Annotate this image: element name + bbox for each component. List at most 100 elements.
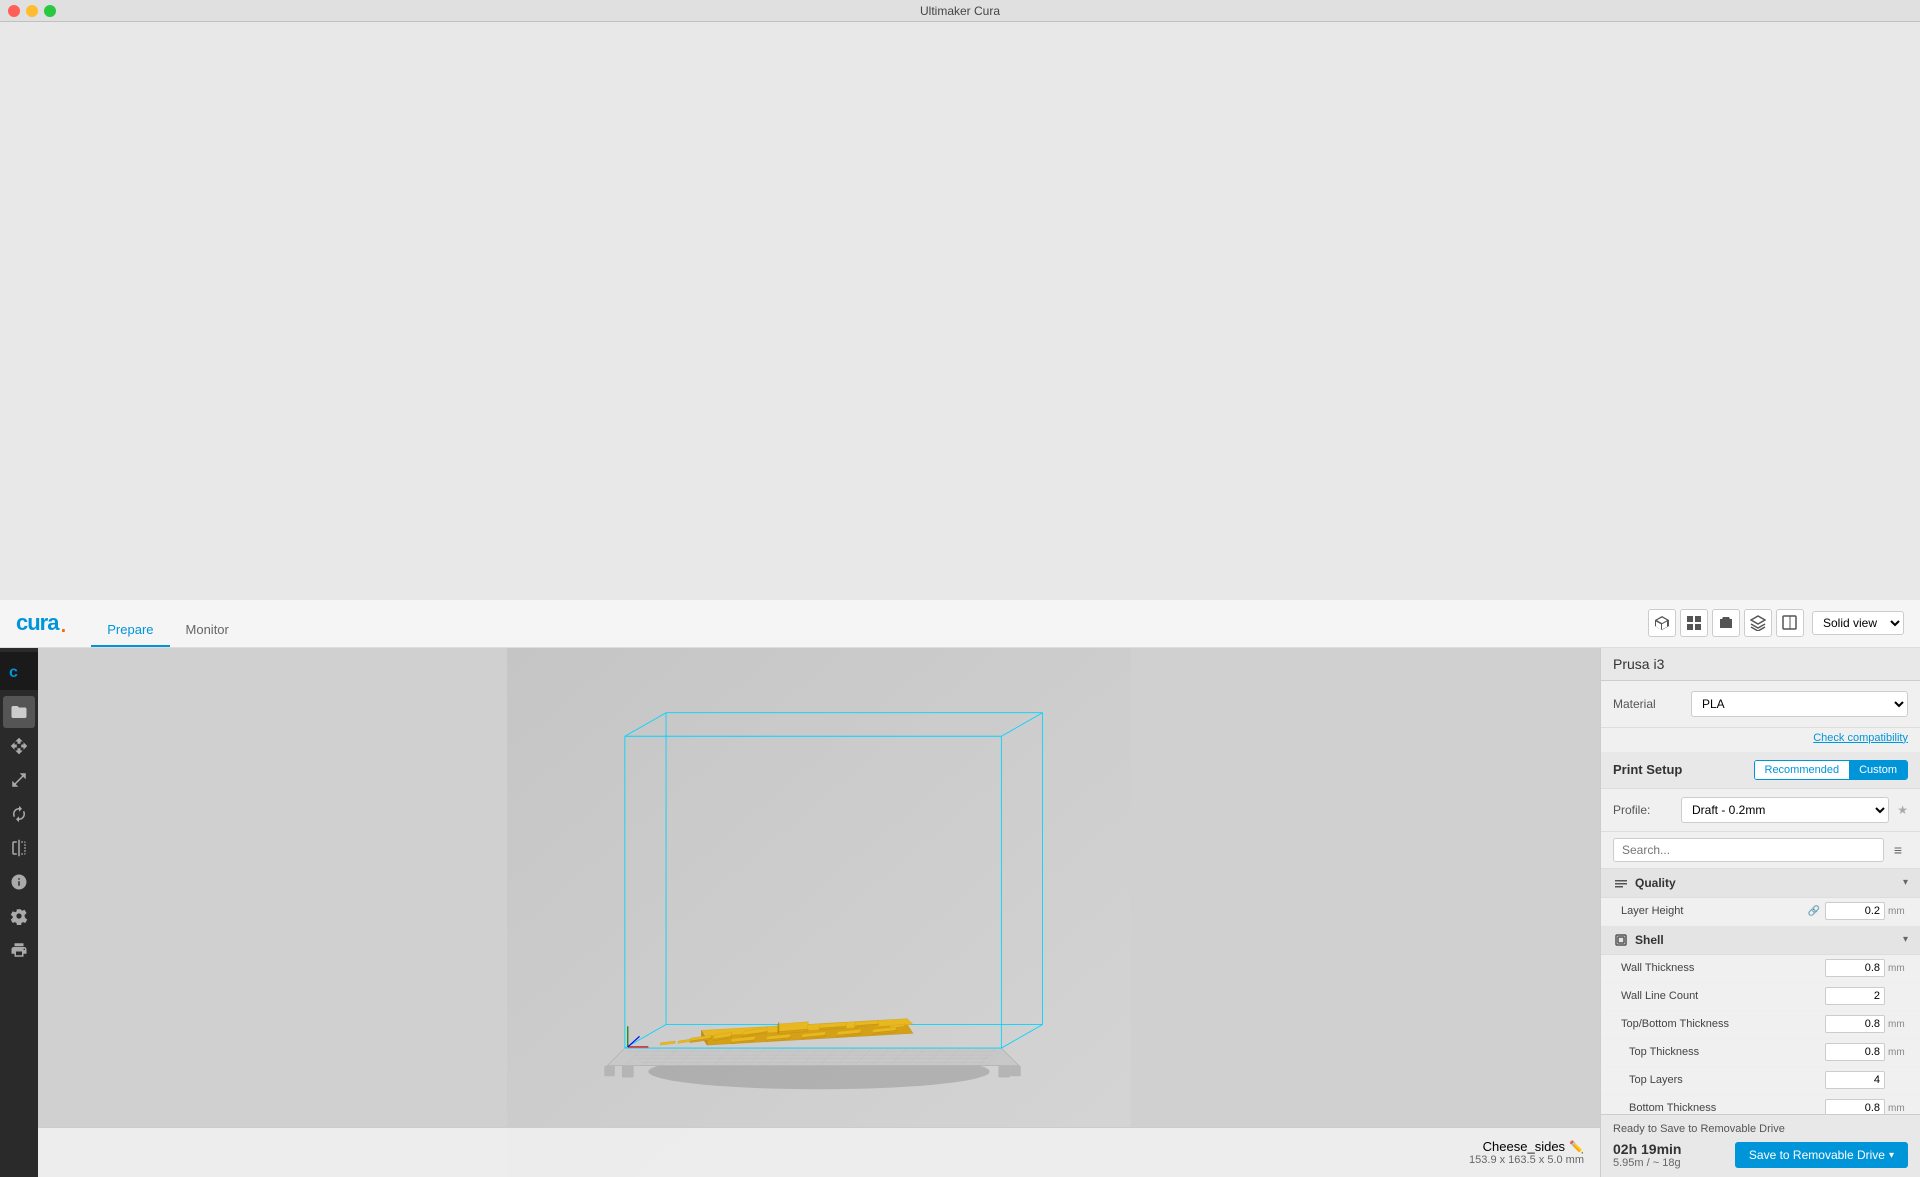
title-bar: Ultimaker Cura [0,0,1920,22]
tab-recommended[interactable]: Recommended [1755,761,1850,779]
toolbar-open-folder[interactable] [3,696,35,728]
toolbar-rotate[interactable] [3,798,35,830]
wall-line-count-input[interactable] [1825,987,1885,1005]
view-mode-select[interactable]: Solid view X-Ray Layer view [1812,611,1904,635]
section-shell[interactable]: Shell ▾ [1601,926,1920,955]
window-title: Ultimaker Cura [920,4,1000,18]
save-row: 02h 19min 5.95m / ~ 18g Save to Removabl… [1613,1141,1908,1169]
left-toolbar: c [0,648,38,1177]
ready-text: Ready to Save to Removable Drive [1613,1123,1908,1135]
file-dimensions: 153.9 x 163.5 x 5.0 mm [1469,1154,1584,1166]
layer-height-label: Layer Height [1621,905,1807,917]
wall-line-count-row: Wall Line Count [1601,983,1920,1011]
header-right: Solid view X-Ray Layer view [1648,609,1904,637]
bottom-thickness-unit: mm [1888,1103,1908,1114]
top-bottom-thickness-input[interactable] [1825,1015,1885,1033]
bottom-thickness-row: Bottom Thickness mm [1601,1095,1920,1115]
file-name: Cheese_sides [1483,1139,1565,1154]
top-layers-input[interactable] [1825,1071,1885,1089]
material-select[interactable]: PLA ABS PETG [1691,691,1908,717]
material-row: Material PLA ABS PETG [1601,681,1920,728]
shell-title: Shell [1635,933,1903,947]
section-quality[interactable]: Quality ▾ [1601,869,1920,898]
profile-star-icon: ★ [1897,803,1908,817]
bottom-thickness-input[interactable] [1825,1099,1885,1114]
save-area: Ready to Save to Removable Drive 02h 19m… [1601,1114,1920,1177]
logo-area: cura. [16,607,67,639]
panel-content: Material PLA ABS PETG Check compatibilit… [1601,681,1920,1115]
printer-name: Prusa i3 [1601,648,1920,681]
top-bottom-thickness-unit: mm [1888,1019,1908,1030]
edit-filename-icon[interactable]: ✏️ [1569,1140,1584,1154]
window-controls[interactable] [8,5,56,17]
search-menu-icon[interactable]: ≡ [1888,840,1908,860]
print-time: 02h 19min [1613,1141,1727,1157]
top-thickness-row: Top Thickness mm [1601,1039,1920,1067]
camera-icon[interactable] [1712,609,1740,637]
save-button[interactable]: Save to Removable Drive ▾ [1735,1142,1908,1168]
search-input[interactable] [1613,838,1884,862]
wall-thickness-input[interactable] [1825,959,1885,977]
search-row: ≡ [1601,832,1920,869]
shell-chevron: ▾ [1903,934,1908,945]
3d-view-icon[interactable] [1648,609,1676,637]
right-panel: Prusa i3 Material PLA ABS PETG Check com… [1600,648,1920,1177]
view-controls [1648,609,1804,637]
setup-tab-group: Recommended Custom [1754,760,1909,780]
grid-icon[interactable] [1680,609,1708,637]
3d-scene [38,648,1600,1177]
tab-prepare[interactable]: Prepare [91,600,169,648]
logo-text: cura [16,610,58,636]
wall-thickness-label: Wall Thickness [1621,962,1825,974]
top-thickness-label: Top Thickness [1629,1046,1825,1058]
maximize-button[interactable] [44,5,56,17]
viewport[interactable]: Cheese_sides ✏️ 153.9 x 163.5 x 5.0 mm [38,648,1600,1177]
print-setup-header: Print Setup Recommended Custom [1601,752,1920,789]
minimize-button[interactable] [26,5,38,17]
layer-height-unit: mm [1888,906,1908,917]
layer-height-icons: 🔗 [1807,904,1821,918]
top-bottom-thickness-row: Top/Bottom Thickness mm [1601,1011,1920,1039]
save-chevron-icon: ▾ [1889,1150,1894,1161]
tab-custom[interactable]: Custom [1849,761,1907,779]
save-button-label: Save to Removable Drive [1749,1148,1885,1162]
time-info: 02h 19min 5.95m / ~ 18g [1613,1141,1727,1169]
toolbar-logo: c [0,652,38,690]
wall-thickness-unit: mm [1888,963,1908,974]
toolbar-scale[interactable] [3,764,35,796]
wall-thickness-row: Wall Thickness mm [1601,955,1920,983]
toolbar-settings[interactable] [3,900,35,932]
file-info: Cheese_sides ✏️ 153.9 x 163.5 x 5.0 mm [1469,1139,1584,1166]
material-label: Material [1613,697,1683,711]
top-header: cura. Prepare Monitor [0,600,1920,648]
split-icon[interactable] [1776,609,1804,637]
top-bottom-thickness-label: Top/Bottom Thickness [1621,1018,1825,1030]
top-thickness-input[interactable] [1825,1043,1885,1061]
toolbar-printer[interactable] [3,934,35,966]
toolbar-support[interactable] [3,866,35,898]
layers-icon[interactable] [1744,609,1772,637]
quality-chevron: ▾ [1903,877,1908,888]
close-button[interactable] [8,5,20,17]
layer-height-row: Layer Height 🔗 mm [1601,898,1920,926]
print-setup-title: Print Setup [1613,762,1754,777]
quality-title: Quality [1635,876,1903,890]
layer-height-link-icon[interactable]: 🔗 [1807,904,1821,918]
toolbar-mirror[interactable] [3,832,35,864]
bottom-info-bar: Cheese_sides ✏️ 153.9 x 163.5 x 5.0 mm [38,1127,1600,1177]
top-thickness-unit: mm [1888,1047,1908,1058]
nav-tabs: Prepare Monitor [91,600,245,648]
profile-select[interactable]: Draft - 0.2mm Standard - 0.15mm Fine - 0… [1681,797,1889,823]
svg-text:c: c [9,664,18,681]
filament-usage: 5.95m / ~ 18g [1613,1157,1727,1169]
app-body [0,22,1920,600]
top-layers-row: Top Layers [1601,1067,1920,1095]
tab-monitor[interactable]: Monitor [170,600,245,648]
quality-icon [1613,875,1629,891]
profile-label: Profile: [1613,803,1673,817]
layer-height-input[interactable] [1825,902,1885,920]
check-compatibility-link[interactable]: Check compatibility [1601,728,1920,752]
logo-dot: . [59,607,67,639]
shell-icon [1613,932,1629,948]
toolbar-move[interactable] [3,730,35,762]
